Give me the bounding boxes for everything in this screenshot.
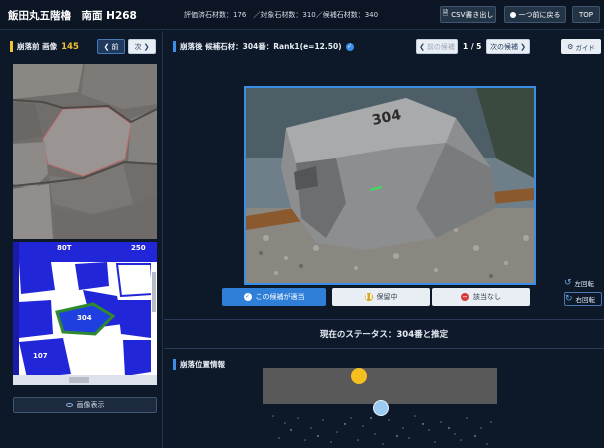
prev-candidate-label: 前の候補 <box>426 42 455 51</box>
guide-button[interactable]: ⚙ ガイド <box>561 39 601 54</box>
rotate-left-label: 左回転 <box>574 280 595 288</box>
next-stone-button[interactable]: 次 ❯ <box>128 39 156 54</box>
before-stone-number: 145 <box>61 41 79 52</box>
segment-label-107: 107 <box>33 352 48 360</box>
chevron-left-icon: ❮ <box>103 42 110 51</box>
rotate-left-icon: ↺ <box>564 278 572 288</box>
evaluation-stats: 評価済石材数：176 ／対象石材数：310／候補石材数：340 <box>184 11 379 19</box>
segment-label-250: 250 <box>131 244 146 252</box>
segment-label-80t: 80T <box>57 244 72 252</box>
candidate-title: 崩落後 候補石材：304番：Rank1(e=12.50) <box>180 42 342 51</box>
after-collapse-panel: 崩落後 候補石材：304番：Rank1(e=12.50) ✓ ❮ 前の候補 1 … <box>164 31 604 448</box>
heading-accent <box>10 41 13 52</box>
position-title: 崩落位置情報 <box>180 360 225 369</box>
candidate-heading: 崩落後 候補石材：304番：Rank1(e=12.50) ✓ <box>173 41 354 52</box>
image-display-label: 画像表示 <box>76 401 105 409</box>
prev-stone-label: 前 <box>111 42 119 51</box>
next-stone-label: 次 <box>134 42 142 51</box>
minus-circle-icon: − <box>461 293 469 301</box>
chevron-right-icon: ❯ <box>143 42 150 51</box>
top-label: TOP <box>578 10 593 19</box>
chevron-right-icon: ❯ <box>520 42 526 51</box>
prev-candidate-button[interactable]: ❮ 前の候補 <box>416 39 458 54</box>
before-collapse-panel: 崩落前 画像 145 ❮ 前 次 ❯ 80T 250 304 107 画像表示 <box>0 31 163 448</box>
status-text: 現在のステータス：304番と推定 <box>319 330 449 340</box>
before-image-title: 崩落前 画像 <box>17 42 58 51</box>
not-applicable-button[interactable]: − 該当なし <box>432 288 530 306</box>
collapse-position-view <box>263 368 497 448</box>
original-position-marker <box>351 368 367 384</box>
found-position-marker <box>373 400 389 416</box>
check-circle-icon: ✓ <box>243 293 252 301</box>
image-display-toggle[interactable]: 画像表示 <box>13 397 157 413</box>
back-one-button[interactable]: 一つ前に戻る <box>504 6 566 23</box>
verified-icon: ✓ <box>345 42 354 51</box>
prev-stone-button[interactable]: ❮ 前 <box>97 39 125 54</box>
before-collapse-photo <box>13 64 157 239</box>
hold-button[interactable]: ❚❚ 保留中 <box>332 288 430 306</box>
top-bar: 飯田丸五階櫓 南面 H268 評価済石材数：176 ／対象石材数：310／候補石… <box>0 0 604 30</box>
next-candidate-button[interactable]: 次の候補 ❯ <box>486 39 530 54</box>
csv-export-button[interactable]: 🗎 CSV書き出し <box>440 6 496 23</box>
top-button[interactable]: TOP <box>572 6 600 23</box>
status-bar: 現在のステータス：304番と推定 <box>164 319 604 349</box>
heading-accent <box>173 41 176 52</box>
csv-export-label: CSV書き出し <box>451 10 494 19</box>
confirm-candidate-button[interactable]: ✓ この候補が適当 <box>222 288 326 306</box>
hold-label: 保留中 <box>376 293 398 301</box>
heading-accent <box>173 359 176 370</box>
file-icon: 🗎 <box>442 9 449 17</box>
confirm-label: この候補が適当 <box>255 293 305 301</box>
reject-label: 該当なし <box>473 293 501 301</box>
rotate-right-icon: ↻ <box>565 294 573 304</box>
rotate-right-button[interactable]: ↻ 右回転 <box>564 292 602 306</box>
segmentation-map: 80T 250 304 107 <box>13 242 157 385</box>
app-title: 飯田丸五階櫓 南面 H268 <box>8 10 137 22</box>
eye-icon <box>65 403 73 407</box>
segment-label-304: 304 <box>77 314 92 322</box>
rotate-left-button[interactable]: ↺ 左回転 <box>564 276 602 290</box>
back-one-label: 一つ前に戻る <box>518 10 561 19</box>
circle-back-icon <box>509 11 516 18</box>
candidate-stone-photo: 304 <box>244 86 536 285</box>
pause-icon: ❚❚ <box>364 293 373 301</box>
before-image-heading: 崩落前 画像 145 <box>10 41 79 52</box>
candidate-page-indicator: 1 / 5 <box>463 42 482 51</box>
position-heading: 崩落位置情報 <box>173 359 225 370</box>
rotate-right-label: 右回転 <box>575 296 596 304</box>
gear-icon: ⚙ <box>567 42 574 51</box>
chevron-left-icon: ❮ <box>419 42 425 51</box>
guide-label: ガイド <box>575 43 595 52</box>
next-candidate-label: 次の候補 <box>490 42 519 51</box>
